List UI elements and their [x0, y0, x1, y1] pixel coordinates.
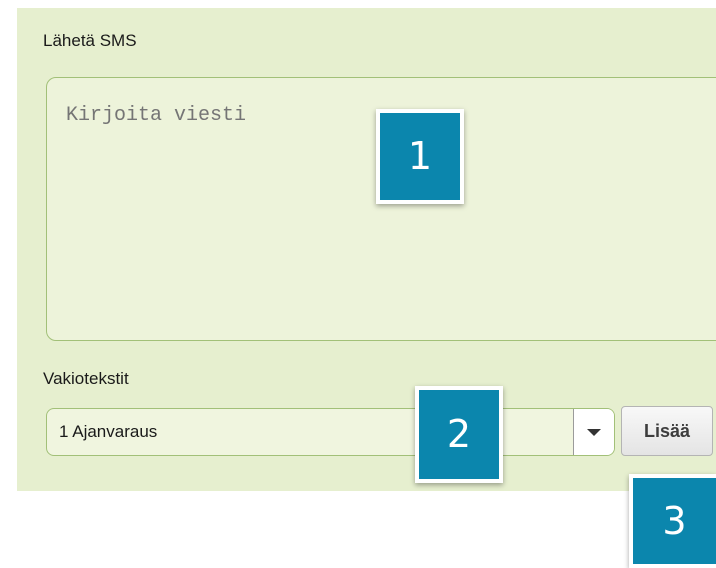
- panel-title: Lähetä SMS: [43, 31, 137, 50]
- template-select-value: 1 Ajanvaraus: [59, 422, 158, 441]
- callout-badge-3: 3: [629, 474, 716, 568]
- callout-badge-2: 2: [415, 386, 503, 483]
- callout-badge-1: 1: [376, 109, 464, 204]
- template-select[interactable]: 1 Ajanvaraus: [46, 408, 615, 456]
- template-label: Vakiotekstit: [43, 369, 129, 388]
- chevron-down-icon: [587, 429, 601, 436]
- add-template-button[interactable]: Lisää: [621, 406, 713, 456]
- dropdown-toggle[interactable]: [573, 409, 614, 455]
